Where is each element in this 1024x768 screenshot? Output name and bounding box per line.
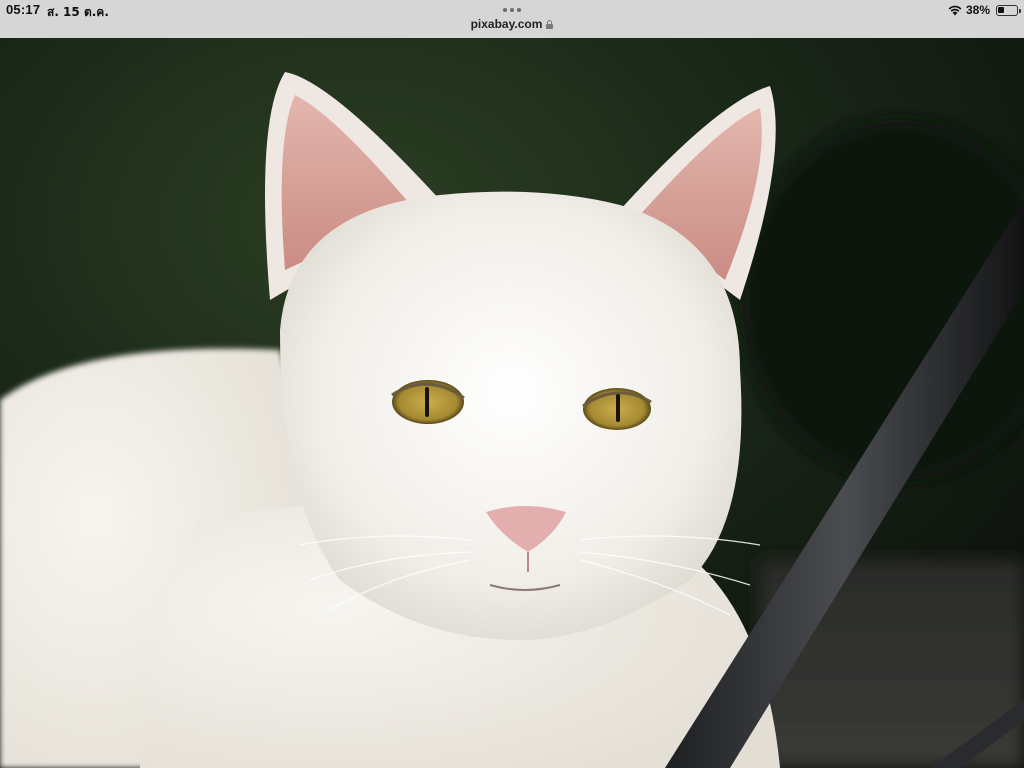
more-dots-icon[interactable]	[502, 8, 522, 14]
url-text: pixabay.com	[470, 17, 543, 31]
status-time: 05:17	[6, 2, 41, 17]
wifi-icon	[948, 5, 962, 15]
address-bar[interactable]: pixabay.com	[0, 17, 1024, 31]
battery-icon	[996, 4, 1021, 16]
status-bar: 05:17 ส. 15 ต.ค. pixabay.com 38%	[0, 0, 1024, 38]
battery-level	[998, 6, 1004, 13]
battery-percent: 38%	[965, 3, 990, 17]
cat-photo	[0, 38, 1024, 768]
status-indicators: 38%	[948, 3, 1021, 17]
cat-image	[0, 38, 1024, 768]
lock-icon	[546, 20, 554, 29]
